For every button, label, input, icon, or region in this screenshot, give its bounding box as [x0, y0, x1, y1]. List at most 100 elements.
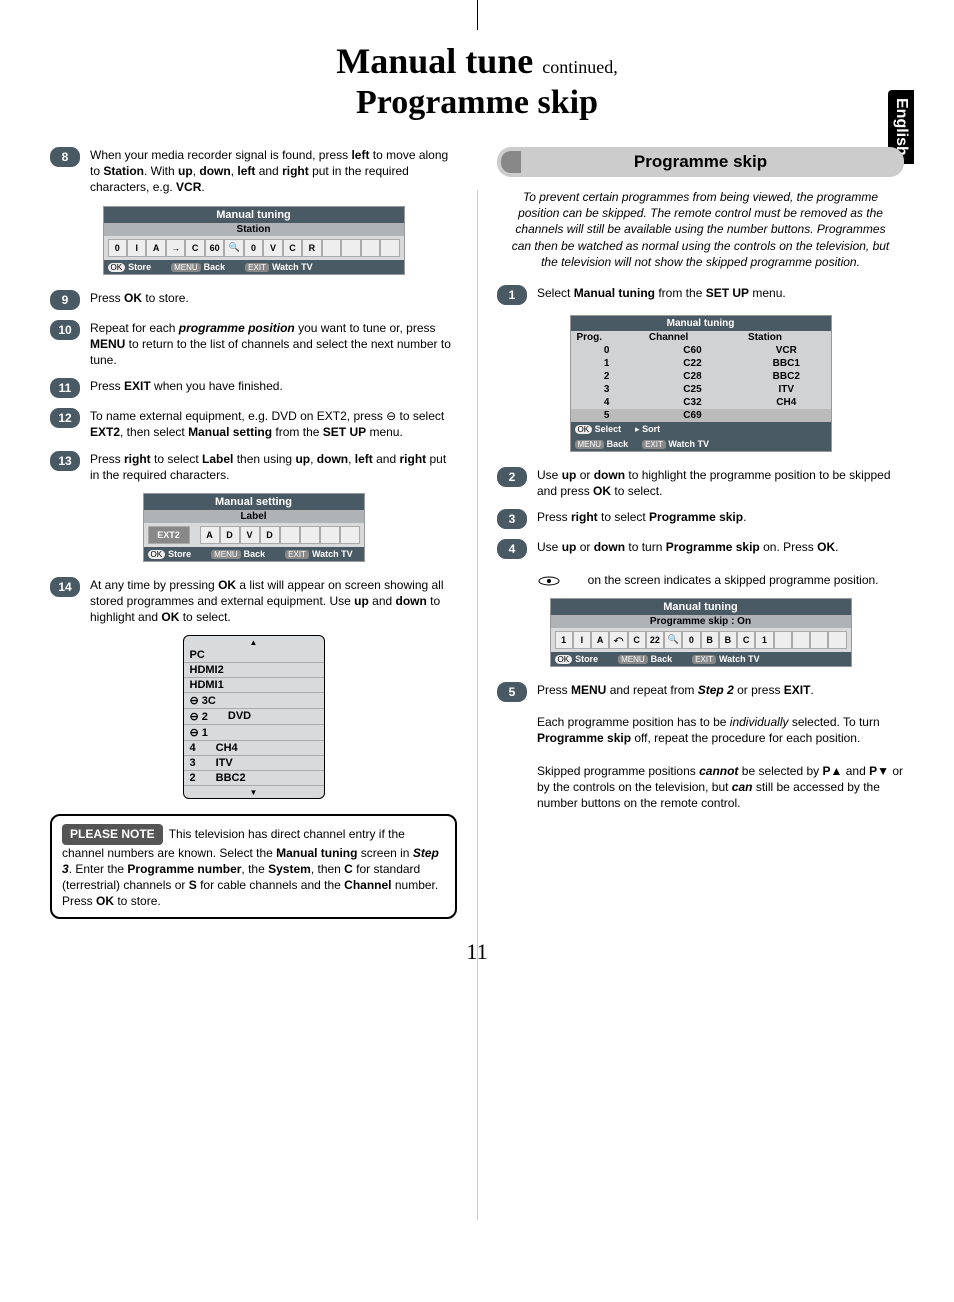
footer-back: Back: [244, 549, 266, 559]
osd-cell: A: [591, 631, 609, 649]
step-number: 11: [50, 378, 80, 398]
osd-subtitle: Station: [104, 223, 404, 236]
list-item: HDMI1: [184, 678, 324, 693]
column-divider: [477, 190, 478, 1220]
list-item: PC: [184, 648, 324, 663]
osd-cells: 0IA→C60🔍0VCR: [104, 236, 404, 260]
step-11: 11 Press EXIT when you have finished.: [50, 378, 457, 398]
step-text: Press right to select Programme skip.: [537, 509, 904, 529]
osd-cell: R: [302, 239, 321, 257]
osd-cell: C: [737, 631, 755, 649]
footer-store: Store: [128, 262, 151, 272]
osd-cell: [341, 239, 360, 257]
osd-cell: D: [260, 526, 280, 544]
step-text: Repeat for each programme position you w…: [90, 320, 457, 369]
step-number: 13: [50, 451, 80, 471]
note-badge: PLEASE NOTE: [62, 824, 163, 844]
table-row: 3C25ITV: [571, 383, 831, 396]
step-2: 2 Use up or down to highlight the program…: [497, 467, 904, 499]
step-14: 14 At any time by pressing OK a list will…: [50, 577, 457, 626]
footer-store: Store: [168, 549, 191, 559]
osd-cell: →: [166, 239, 185, 257]
osd-cell: C: [283, 239, 302, 257]
col-channel: Channel: [643, 331, 742, 344]
step-4: 4 Use up or down to turn Programme skip …: [497, 539, 904, 588]
osd-programme-skip: Manual tuning Programme skip : On 1IA⤺C2…: [550, 598, 852, 667]
osd-cell: 🔍: [664, 631, 682, 649]
footer-watch: Watch TV: [719, 654, 760, 664]
osd-cell: I: [573, 631, 591, 649]
osd-cell: I: [127, 239, 146, 257]
osd-cell: V: [240, 526, 260, 544]
osd-footer: OKStore MENUBack EXITWatch TV: [104, 260, 404, 274]
step-13: 13 Press right to select Label then using…: [50, 451, 457, 483]
osd-cell: 60: [205, 239, 224, 257]
osd-title: Manual tuning: [104, 207, 404, 223]
osd-cell: C: [185, 239, 204, 257]
osd-subtitle: Label: [144, 510, 364, 523]
step-12: 12 To name external equipment, e.g. DVD o…: [50, 408, 457, 440]
scroll-down-icon: [184, 786, 324, 798]
osd-cell: [380, 239, 399, 257]
col-prog: Prog.: [571, 331, 643, 344]
osd-cell: [320, 526, 340, 544]
manual-page: English Manual tune continued, Programme…: [0, 0, 954, 1302]
footer-back: Back: [651, 654, 673, 664]
list-item: 4CH4: [184, 741, 324, 756]
left-column: 8 When your media recorder signal is fou…: [50, 147, 457, 919]
ok-badge: OK: [148, 550, 166, 559]
programme-list-box: PCHDMI2HDMI1⊖ 3C⊖ 2DVD⊖ 14CH43ITV2BBC2: [183, 635, 325, 799]
scroll-up-icon: [184, 636, 324, 648]
exit-badge: EXIT: [642, 440, 666, 449]
step-number: 5: [497, 682, 527, 702]
table-row: 5C69: [571, 409, 831, 422]
step-text: Press EXIT when you have finished.: [90, 378, 457, 398]
step-text: Use up or down to highlight the programm…: [537, 467, 904, 499]
osd-cell: [810, 631, 828, 649]
step-text: Press right to select Label then using u…: [90, 451, 457, 483]
osd-cell: 22: [646, 631, 664, 649]
step-text: To name external equipment, e.g. DVD on …: [90, 408, 457, 440]
list-item: ⊖ 3C: [184, 693, 324, 709]
osd-cell: D: [220, 526, 240, 544]
osd-footer2: MENU Back EXIT Watch TV: [571, 437, 831, 451]
osd-cells: 1IA⤺C22🔍0BBC1: [551, 628, 851, 652]
ext-label: EXT2: [148, 526, 190, 544]
footer-watch: Watch TV: [312, 549, 353, 559]
menu-badge: MENU: [575, 440, 605, 449]
osd-cell: [340, 526, 360, 544]
exit-badge: EXIT: [285, 550, 309, 559]
osd-cell: B: [719, 631, 737, 649]
footer-select: Select: [595, 424, 622, 434]
exit-badge: EXIT: [692, 655, 716, 664]
osd-cell: 1: [555, 631, 573, 649]
osd-footer: OKStore MENUBack EXITWatch TV: [144, 547, 364, 561]
list-item: 2BBC2: [184, 771, 324, 786]
osd-cell: [774, 631, 792, 649]
footer-back: Back: [607, 439, 629, 449]
step-text: When your media recorder signal is found…: [90, 147, 457, 196]
step-text: Use up or down to turn Programme skip on…: [537, 539, 904, 588]
step-number: 8: [50, 147, 80, 167]
step-number: 9: [50, 290, 80, 310]
exit-badge: EXIT: [245, 263, 269, 272]
table-row: 1C22BBC1: [571, 357, 831, 370]
osd-cell: A: [146, 239, 165, 257]
crop-mark: [477, 0, 478, 30]
right-column: Programme skip To prevent certain progra…: [497, 147, 904, 919]
step-5: 5 Press MENU and repeat from Step 2 or p…: [497, 682, 904, 812]
step-number: 2: [497, 467, 527, 487]
osd-manual-tuning-station: Manual tuning Station 0IA→C60🔍0VCR OKSto…: [103, 206, 405, 275]
title-line1a: Manual tune: [336, 41, 533, 81]
osd-cell: 0: [108, 239, 127, 257]
step-text: Select Manual tuning from the SET UP men…: [537, 285, 904, 305]
osd-subtitle: Programme skip : On: [551, 615, 851, 628]
table-row: 0C60VCR: [571, 344, 831, 357]
ok-badge: OK: [555, 655, 573, 664]
step-text: At any time by pressing OK a list will a…: [90, 577, 457, 626]
list-item: 3ITV: [184, 756, 324, 771]
step-number: 12: [50, 408, 80, 428]
page-title: Manual tune continued, Programme skip: [50, 40, 904, 122]
step-number: 14: [50, 577, 80, 597]
osd-cell: A: [200, 526, 220, 544]
